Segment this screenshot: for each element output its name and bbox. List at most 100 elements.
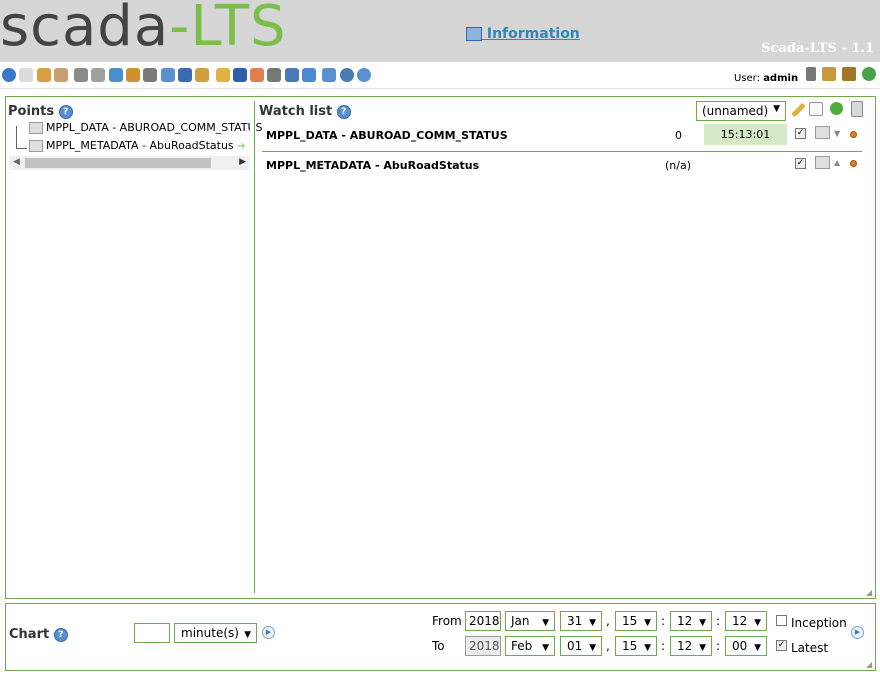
add-icon[interactable] xyxy=(830,102,843,115)
tree-item[interactable]: MPPL_DATA - ABUROAD_COMM_STATUS xyxy=(29,121,263,134)
points-help-icon[interactable]: ? xyxy=(58,104,73,119)
point-icon xyxy=(29,122,43,134)
scroll-right-icon[interactable]: ▶ xyxy=(239,157,246,167)
watch-row-name[interactable]: MPPL_DATA - ABUROAD_COMM_STATUS xyxy=(266,129,508,142)
toolbar-right-icons xyxy=(806,67,880,81)
graphical-views-icon[interactable] xyxy=(19,68,34,82)
watch-row-time: 15:13:01 xyxy=(704,124,787,145)
watch-list-icon[interactable] xyxy=(2,68,16,82)
inception-checkbox[interactable] xyxy=(776,615,787,626)
chevron-down-icon: ▼ xyxy=(644,643,651,653)
chart-help-icon[interactable]: ? xyxy=(53,627,68,642)
from-hour[interactable]: 15 ▼ xyxy=(615,611,657,631)
from-comma: , xyxy=(606,614,610,628)
to-label: To xyxy=(432,639,445,653)
watch-row-checkbox[interactable]: ✓ xyxy=(795,128,806,139)
watch-row-name[interactable]: MPPL_METADATA - AbuRoadStatus xyxy=(266,159,479,172)
sound-icon[interactable] xyxy=(806,67,816,81)
scheduled-events-icon[interactable] xyxy=(108,68,123,82)
watch-list-select[interactable]: (unnamed) ▼ xyxy=(696,101,786,121)
data-sources-icon[interactable] xyxy=(74,68,89,82)
from-year[interactable]: 2018 xyxy=(465,611,501,631)
tree-connector-1 xyxy=(16,126,27,149)
help-icon[interactable] xyxy=(356,68,371,82)
watch-list-help-icon[interactable]: ? xyxy=(336,104,351,119)
users-icon[interactable] xyxy=(177,68,192,82)
tree-item[interactable]: MPPL_METADATA - AbuRoadStatus ➔ xyxy=(29,139,246,152)
point-links-icon[interactable] xyxy=(143,68,158,82)
period-refresh-icon[interactable]: ▶ xyxy=(262,626,275,639)
to-colon-2: : xyxy=(716,639,721,653)
watch-row-checkbox[interactable]: ✓ xyxy=(795,158,806,169)
export-import-icon[interactable] xyxy=(302,68,317,82)
from-label: From xyxy=(432,614,462,628)
to-comma: , xyxy=(606,639,610,653)
inception-label: Inception xyxy=(791,616,847,630)
points-title: Points ? xyxy=(8,104,73,119)
scripting-icon[interactable] xyxy=(160,68,175,82)
delete-list-icon[interactable] xyxy=(851,101,863,117)
chart-resize-grip-icon[interactable]: ◢ xyxy=(866,660,874,669)
scroll-left-icon[interactable]: ◀ xyxy=(13,157,20,167)
to-hour[interactable]: 15 ▼ xyxy=(615,636,657,656)
mailing-lists-icon[interactable] xyxy=(232,68,247,82)
event-handlers-icon[interactable] xyxy=(126,68,141,82)
emport-icon[interactable] xyxy=(322,68,337,82)
latest-checkbox[interactable]: ✓ xyxy=(776,640,787,651)
sql-icon[interactable] xyxy=(284,68,299,82)
from-second[interactable]: 12 ▼ xyxy=(725,611,767,631)
home-icon[interactable] xyxy=(822,67,836,81)
move-down-icon[interactable]: ▼ xyxy=(834,129,840,138)
point-icon xyxy=(29,140,43,152)
reports-icon[interactable] xyxy=(53,68,68,82)
user-profile-icon[interactable] xyxy=(195,68,210,82)
remove-point-icon[interactable] xyxy=(850,131,857,138)
chart-title: Chart ? xyxy=(9,627,68,642)
toolbar-icons xyxy=(2,68,374,82)
from-day[interactable]: 31 ▼ xyxy=(560,611,602,631)
to-month[interactable]: Feb ▼ xyxy=(505,636,555,656)
information-link[interactable]: Information xyxy=(482,26,580,42)
point-hierarchy-icon[interactable] xyxy=(215,68,230,82)
chevron-down-icon: ▼ xyxy=(773,104,780,114)
chart-refresh-icon[interactable]: ▶ xyxy=(851,626,864,639)
move-up-icon[interactable]: ▲ xyxy=(834,158,840,167)
to-minute[interactable]: 12 ▼ xyxy=(670,636,712,656)
point-details-icon[interactable] xyxy=(815,156,830,169)
to-year[interactable]: 2018 xyxy=(465,636,501,656)
scroll-thumb[interactable] xyxy=(25,158,211,168)
main-resize-grip-icon[interactable]: ◢ xyxy=(866,588,874,597)
copy-icon[interactable] xyxy=(809,102,823,116)
logout-icon[interactable] xyxy=(339,68,354,82)
chevron-down-icon: ▼ xyxy=(542,618,549,628)
chevron-down-icon: ▼ xyxy=(754,643,761,653)
from-month[interactable]: Jan ▼ xyxy=(505,611,555,631)
period-value-input[interactable] xyxy=(134,623,170,643)
points-hscrollbar[interactable]: ◀ ▶ xyxy=(9,156,249,170)
chevron-down-icon: ▼ xyxy=(699,643,706,653)
point-details-icon[interactable] xyxy=(815,126,830,139)
watch-row-value: 0 xyxy=(675,129,682,142)
add-arrow-icon[interactable]: ➔ xyxy=(237,141,245,152)
globe-icon[interactable] xyxy=(862,67,876,81)
chevron-down-icon: ▼ xyxy=(589,618,596,628)
period-unit-select[interactable]: minute(s) ▼ xyxy=(174,623,257,643)
set-home-icon[interactable] xyxy=(842,67,856,81)
to-day[interactable]: 01 ▼ xyxy=(560,636,602,656)
from-minute[interactable]: 12 ▼ xyxy=(670,611,712,631)
chevron-down-icon: ▼ xyxy=(542,643,549,653)
publishers-icon[interactable] xyxy=(91,68,106,82)
maintenance-events-icon[interactable] xyxy=(250,68,265,82)
information-link-wrap[interactable]: Information xyxy=(466,26,580,42)
latest-label: Latest xyxy=(791,641,829,655)
chevron-down-icon: ▼ xyxy=(644,618,651,628)
alarms-icon[interactable] xyxy=(36,68,51,82)
to-second[interactable]: 00 ▼ xyxy=(725,636,767,656)
header: scada-LTS Information Scada-LTS - 1.1 xyxy=(0,0,880,62)
user-name: admin xyxy=(763,73,799,84)
from-colon-2: : xyxy=(716,614,721,628)
system-settings-icon[interactable] xyxy=(267,68,282,82)
app-logo: scada-LTS xyxy=(0,0,287,59)
remove-point-icon[interactable] xyxy=(850,160,857,167)
panel-divider[interactable] xyxy=(254,101,255,593)
